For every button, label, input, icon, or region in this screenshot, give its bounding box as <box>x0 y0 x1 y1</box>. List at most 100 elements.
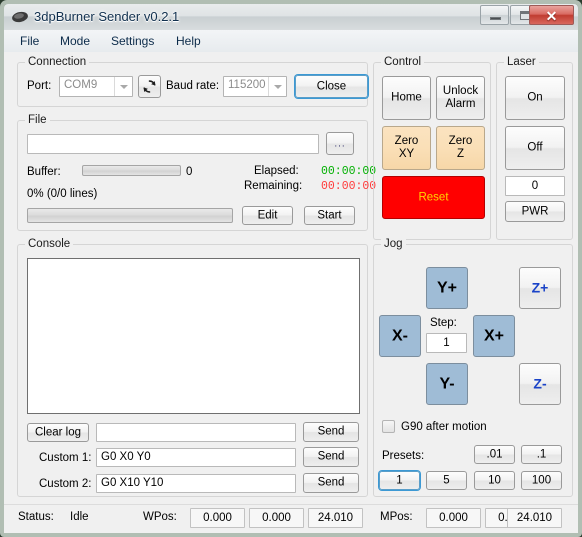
control-group: Control Home Unlock Alarm Zero XY Zero Z… <box>373 56 491 240</box>
menu-item-file[interactable]: File <box>14 33 45 49</box>
connect-close-button[interactable]: Close <box>295 75 368 98</box>
menu-bar: File Mode Settings Help <box>4 30 578 53</box>
home-label: Home <box>391 91 422 104</box>
jog-y-minus-button[interactable]: Y- <box>426 363 468 405</box>
preset-label-10: 10 <box>488 474 501 486</box>
preset-button-1[interactable]: 1 <box>379 471 420 490</box>
send-command-button[interactable]: Send <box>303 422 359 442</box>
minimize-button[interactable] <box>480 5 509 25</box>
console-legend: Console <box>25 238 74 250</box>
laser-off-button[interactable]: Off <box>505 126 565 170</box>
reset-label: Reset <box>418 191 449 203</box>
buffer-value: 0 <box>186 166 193 178</box>
preset-button-0.01[interactable]: .01 <box>474 445 515 464</box>
zero-z-button[interactable]: Zero Z <box>436 126 485 170</box>
home-button[interactable]: Home <box>382 76 431 120</box>
app-diamond-icon <box>11 9 29 25</box>
buffer-label: Buffer: <box>27 166 61 178</box>
preset-button-5[interactable]: 5 <box>426 471 467 490</box>
baud-dropdown-arrow-box[interactable] <box>268 77 286 96</box>
jog-x-plus-button[interactable]: X+ <box>473 315 515 357</box>
laser-pwr-label: PWR <box>521 205 549 217</box>
clear-log-label: Clear log <box>34 426 82 438</box>
port-label: Port: <box>27 80 52 92</box>
menu-item-mode[interactable]: Mode <box>54 33 96 49</box>
title-bar[interactable]: 3dpBurner Sender v0.2.1 ✕ <box>4 4 578 31</box>
close-window-button[interactable]: ✕ <box>529 5 574 25</box>
clear-log-button[interactable]: Clear log <box>27 423 89 442</box>
jog-x-plus-label: X+ <box>483 327 504 345</box>
browse-file-button[interactable]: ... <box>326 132 354 155</box>
preset-label-0.01: .01 <box>486 448 503 460</box>
chevron-down-icon <box>120 85 128 89</box>
reset-button[interactable]: Reset <box>382 176 485 219</box>
refresh-icon <box>142 79 157 97</box>
mpos-z-value: 24.010 <box>516 512 553 524</box>
baud-rate-select[interactable]: 115200 <box>223 76 287 97</box>
preset-label-100: 100 <box>531 474 552 486</box>
elapsed-value: 00:00:00 <box>321 165 377 178</box>
start-job-button[interactable]: Start <box>304 206 355 225</box>
unlock-alarm-button[interactable]: Unlock Alarm <box>436 76 485 120</box>
file-path-input[interactable] <box>27 134 319 154</box>
connect-close-label: Close <box>316 80 347 92</box>
connection-group: Connection Port: COM9 Baud rate: 115200 … <box>17 56 368 107</box>
wpos-x-field: 0.000 <box>190 508 245 528</box>
wpos-y-field: 0.000 <box>249 508 304 528</box>
jog-z-plus-button[interactable]: Z+ <box>519 267 561 309</box>
wpos-x-value: 0.000 <box>203 512 232 524</box>
zero-xy-button[interactable]: Zero XY <box>382 126 431 170</box>
preset-button-100[interactable]: 100 <box>521 471 562 490</box>
remaining-value: 00:00:00 <box>321 180 377 193</box>
laser-off-label: Off <box>527 141 543 154</box>
laser-group: Laser On Off 0 PWR <box>496 56 573 240</box>
progress-text: 0% (0/0 lines) <box>27 188 98 200</box>
preset-button-0.1[interactable]: .1 <box>521 445 562 464</box>
wpos-y-value: 0.000 <box>262 512 291 524</box>
start-job-label: Start <box>317 209 342 221</box>
g90-checkbox[interactable] <box>382 420 395 433</box>
menu-item-settings[interactable]: Settings <box>105 33 160 49</box>
command-input[interactable] <box>96 423 296 442</box>
send-command-label: Send <box>317 425 345 438</box>
laser-pwr-button[interactable]: PWR <box>505 201 565 222</box>
preset-label-5: 5 <box>443 474 450 486</box>
laser-on-button[interactable]: On <box>505 76 565 120</box>
wpos-label: WPos: <box>143 511 177 523</box>
refresh-ports-button[interactable] <box>138 75 161 98</box>
laser-legend: Laser <box>504 56 539 68</box>
custom2-input[interactable]: G0 X10 Y10 <box>96 474 296 493</box>
unlock-alarm-line1: Unlock <box>442 85 479 97</box>
wpos-z-field: 24.010 <box>308 508 363 528</box>
custom1-input[interactable]: G0 X0 Y0 <box>96 448 296 467</box>
elapsed-label: Elapsed: <box>254 165 299 177</box>
jog-z-minus-button[interactable]: Z- <box>519 363 561 405</box>
console-log[interactable] <box>27 258 360 414</box>
port-select[interactable]: COM9 <box>59 76 133 97</box>
jog-z-plus-label: Z+ <box>531 279 549 296</box>
port-dropdown-arrow-box[interactable] <box>114 77 132 96</box>
app-window: 3dpBurner Sender v0.2.1 ✕ File Mode Sett… <box>0 0 582 537</box>
jog-x-minus-button[interactable]: X- <box>379 315 421 357</box>
menu-item-help[interactable]: Help <box>170 33 207 49</box>
laser-power-input[interactable]: 0 <box>505 176 565 196</box>
custom1-send-button[interactable]: Send <box>303 447 359 467</box>
preset-button-10[interactable]: 10 <box>474 471 515 490</box>
console-group: Console Clear log Send Custom 1: G0 X0 Y… <box>17 238 368 497</box>
jog-y-plus-button[interactable]: Y+ <box>426 267 468 309</box>
chevron-down-icon <box>274 85 282 89</box>
baud-rate-label: Baud rate: <box>166 80 220 92</box>
zero-xy-label: Zero XY <box>383 135 430 161</box>
step-input[interactable]: 1 <box>426 333 467 353</box>
minimize-icon <box>490 17 501 20</box>
port-value: COM9 <box>64 79 98 91</box>
control-legend: Control <box>381 56 425 68</box>
status-label: Status: <box>18 511 54 523</box>
custom2-send-button[interactable]: Send <box>303 473 359 493</box>
jog-y-minus-label: Y- <box>439 375 455 393</box>
edit-file-button[interactable]: Edit <box>242 206 293 225</box>
browse-ellipsis-label: ... <box>334 138 346 149</box>
mpos-label: MPos: <box>380 511 413 523</box>
laser-power-value: 0 <box>531 180 539 192</box>
zero-xy-line1: Zero <box>394 135 419 147</box>
